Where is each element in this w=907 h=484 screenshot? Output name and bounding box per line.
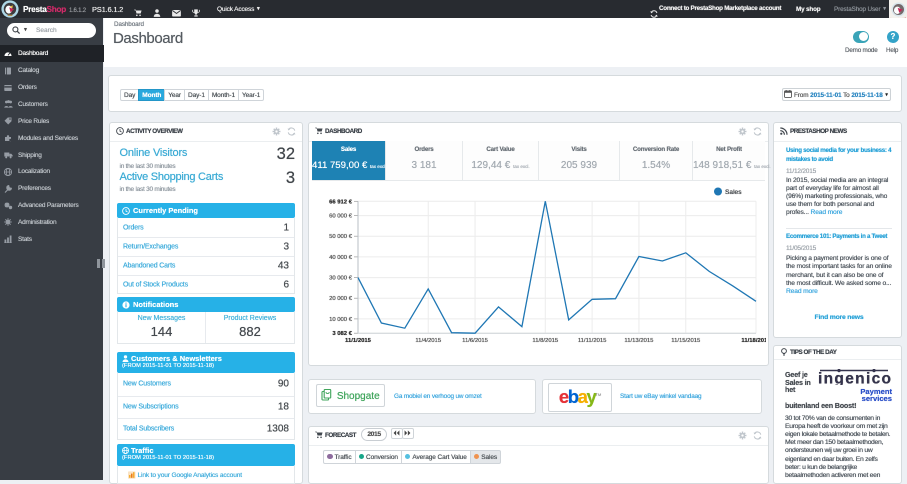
svg-text:11/13/2015: 11/13/2015 bbox=[624, 338, 654, 343]
svg-text:40 000 €: 40 000 € bbox=[329, 255, 353, 261]
svg-text:11/8/2015: 11/8/2015 bbox=[532, 338, 558, 343]
svg-text:11/1/2015: 11/1/2015 bbox=[345, 338, 372, 343]
svg-text:11/4/2015: 11/4/2015 bbox=[415, 338, 441, 343]
svg-text:50 000 €: 50 000 € bbox=[329, 234, 353, 240]
svg-text:11/15/2015: 11/15/2015 bbox=[671, 338, 701, 343]
svg-text:11/11/2015: 11/11/2015 bbox=[578, 338, 607, 343]
svg-text:20 000 €: 20 000 € bbox=[329, 296, 353, 302]
svg-text:Sales: Sales bbox=[725, 189, 742, 196]
svg-text:11/18/2015: 11/18/2015 bbox=[741, 338, 766, 343]
svg-text:30 000 €: 30 000 € bbox=[329, 276, 353, 282]
svg-text:3 082 €: 3 082 € bbox=[332, 331, 352, 337]
svg-text:10 000 €: 10 000 € bbox=[329, 317, 353, 323]
svg-text:60 000 €: 60 000 € bbox=[329, 214, 353, 220]
svg-text:66 912 €: 66 912 € bbox=[329, 199, 353, 205]
svg-text:11/6/2015: 11/6/2015 bbox=[462, 338, 488, 343]
svg-text:ingenico: ingenico bbox=[818, 370, 891, 385]
